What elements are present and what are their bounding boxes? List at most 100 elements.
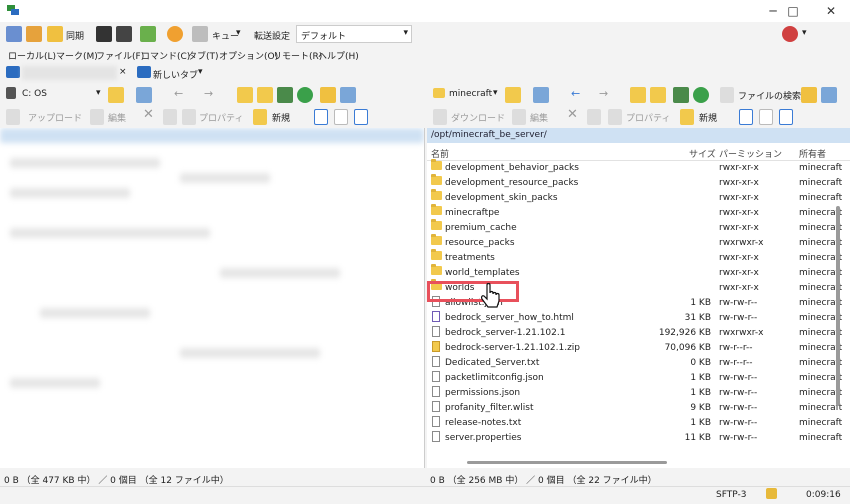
delete-icon[interactable]: ✕	[143, 107, 154, 122]
unselect-icon[interactable]	[759, 109, 773, 125]
back-arrow-icon[interactable]: ←	[174, 87, 183, 100]
remote-path-bar[interactable]: /opt/minecraft_be_server/	[427, 128, 850, 143]
properties-icon[interactable]	[608, 109, 622, 125]
new-icon[interactable]	[680, 109, 694, 125]
upload-button[interactable]: アップロード	[28, 111, 82, 124]
properties-button[interactable]: プロパティ	[626, 111, 670, 124]
column-size[interactable]: サイズ	[689, 147, 716, 160]
vertical-scrollbar[interactable]	[836, 206, 840, 406]
sync-label[interactable]: 同期	[66, 29, 84, 42]
file-row[interactable]: packetlimitconfig.json 1 KB rw-rw-r-- minec…	[427, 371, 850, 386]
maximize-button[interactable]: □	[774, 0, 812, 22]
compare-icon[interactable]	[6, 26, 22, 42]
view-icon[interactable]	[340, 87, 356, 103]
filter-select-icon[interactable]	[354, 109, 368, 125]
upload-icon[interactable]	[6, 109, 20, 125]
view-icon[interactable]	[821, 87, 837, 103]
refresh-icon[interactable]	[693, 87, 709, 103]
queue-icon[interactable]	[192, 26, 208, 42]
filter-select-icon[interactable]	[779, 109, 793, 125]
tree-icon[interactable]	[320, 87, 336, 103]
file-row[interactable]: server.properties 11 KB rw-rw-r-- minecraft	[427, 431, 850, 446]
new-button[interactable]: 新規	[699, 111, 717, 124]
menu-command[interactable]: コマンド(C)	[141, 49, 190, 62]
download-icon[interactable]	[433, 109, 447, 125]
download-button[interactable]: ダウンロード	[451, 111, 505, 124]
file-row[interactable]: resource_packs rwxrwxr-x minecraft	[427, 234, 850, 251]
menu-local[interactable]: ローカル(L)	[8, 49, 56, 62]
session-status-icon[interactable]	[782, 26, 798, 42]
home-icon[interactable]	[673, 87, 689, 103]
file-row[interactable]: development_resource_packs rwxr-xr-x minec…	[427, 174, 850, 191]
file-row[interactable]: profanity_filter.wlist 9 KB rw-rw-r-- minec…	[427, 401, 850, 416]
menu-options[interactable]: オプション(O)	[219, 49, 278, 62]
file-row[interactable]: premium_cache rwxr-xr-x minecraft	[427, 219, 850, 236]
tree-icon[interactable]	[801, 87, 817, 103]
file-row[interactable]: Dedicated_Server.txt 0 KB rw-r--r-- minecra…	[427, 356, 850, 371]
filter-icon[interactable]	[136, 87, 152, 103]
edit-icon[interactable]	[90, 109, 104, 125]
parent-folder-icon[interactable]	[237, 87, 253, 103]
file-row[interactable]: development_skin_packs rwxr-xr-x minecraft	[427, 189, 850, 206]
root-folder-icon[interactable]	[650, 87, 666, 103]
filter-icon[interactable]	[533, 87, 549, 103]
terminal-icon[interactable]	[96, 26, 112, 42]
edit-icon[interactable]	[512, 109, 526, 125]
file-row[interactable]: bedrock-server-1.21.102.1.zip 70,096 KB rw…	[427, 341, 850, 356]
putty-icon[interactable]	[116, 26, 132, 42]
find-files-button[interactable]: ファイルの検索	[738, 89, 801, 102]
new-tab-button[interactable]: 新しいタブ	[153, 68, 198, 81]
rename-icon[interactable]	[587, 109, 601, 125]
session-tab-active[interactable]	[22, 66, 117, 80]
unselect-icon[interactable]	[334, 109, 348, 125]
select-all-icon[interactable]	[739, 109, 753, 125]
delete-icon[interactable]: ✕	[567, 107, 578, 122]
file-row[interactable]: world_templates rwxr-xr-x minecraft	[427, 264, 850, 281]
tab-close-icon[interactable]: ×	[119, 67, 127, 77]
queue-label[interactable]: キュー	[212, 29, 239, 42]
menu-file[interactable]: ファイル(F)	[96, 49, 144, 62]
file-row[interactable]: bedrock_server-1.21.102.1 192,926 KB rwxrw…	[427, 326, 850, 341]
menu-mark[interactable]: マーク(M)	[56, 49, 98, 62]
chevron-down-icon[interactable]: ▾	[198, 67, 203, 77]
refresh-sessions-icon[interactable]	[140, 26, 156, 42]
forward-arrow-icon[interactable]: →	[599, 87, 608, 100]
session-dropdown-icon[interactable]: ▾	[802, 28, 807, 38]
refresh-icon[interactable]	[297, 87, 313, 103]
menu-help[interactable]: ヘルプ(H)	[318, 49, 359, 62]
home-icon[interactable]	[277, 87, 293, 103]
horizontal-scrollbar[interactable]	[467, 461, 667, 464]
menu-tab[interactable]: タブ(T)	[188, 49, 219, 62]
column-owner[interactable]: 所有者	[799, 147, 826, 160]
properties-button[interactable]: プロパティ	[199, 111, 243, 124]
drive-select[interactable]: C: OS	[22, 89, 47, 99]
location-select[interactable]: minecraft	[449, 89, 492, 99]
rename-icon[interactable]	[163, 109, 177, 125]
select-all-icon[interactable]	[314, 109, 328, 125]
file-row[interactable]: bedrock_server_how_to.html 31 KB rw-rw-r--…	[427, 311, 850, 326]
preferences-gear-icon[interactable]	[167, 26, 183, 42]
close-button[interactable]: ✕	[812, 0, 850, 22]
file-row[interactable]: minecraftpe rwxr-xr-x minecraft	[427, 204, 850, 221]
file-row[interactable]: development_behavior_packs rwxr-xr-x minec…	[427, 159, 850, 176]
edit-button[interactable]: 編集	[530, 111, 548, 124]
open-folder-icon[interactable]	[505, 87, 521, 103]
forward-arrow-icon[interactable]: →	[204, 87, 213, 100]
menu-remote[interactable]: リモート(R)	[273, 49, 322, 62]
transfer-setting-select[interactable]: デフォルト ▾	[296, 25, 412, 43]
chevron-down-icon[interactable]: ▾	[96, 88, 101, 98]
column-permissions[interactable]: パーミッション	[719, 147, 782, 160]
remote-file-panel[interactable]: /opt/minecraft_be_server/ 名前 サイズ パーミッション…	[427, 128, 850, 468]
sync-browse-icon[interactable]	[26, 26, 42, 42]
file-row[interactable]: release-notes.txt 1 KB rw-rw-r-- minecraft	[427, 416, 850, 431]
file-row[interactable]: permissions.json 1 KB rw-rw-r-- minecraft	[427, 386, 850, 401]
parent-folder-icon[interactable]	[630, 87, 646, 103]
root-folder-icon[interactable]	[257, 87, 273, 103]
edit-button[interactable]: 編集	[108, 111, 126, 124]
open-folder-icon[interactable]	[108, 87, 124, 103]
local-file-panel[interactable]	[0, 128, 425, 468]
chevron-down-icon[interactable]: ▾	[493, 88, 498, 98]
properties-icon[interactable]	[182, 109, 196, 125]
queue-dropdown-icon[interactable]: ▾	[236, 28, 241, 38]
file-row[interactable]: treatments rwxr-xr-x minecraft	[427, 249, 850, 266]
